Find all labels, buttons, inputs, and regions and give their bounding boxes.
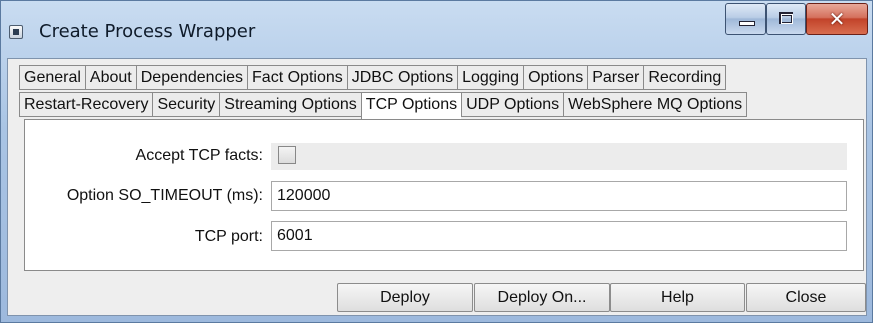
tab-udp-options[interactable]: UDP Options <box>461 92 564 117</box>
maximize-button[interactable] <box>766 3 806 35</box>
minimize-icon <box>739 21 755 26</box>
tab-options[interactable]: Options <box>523 65 588 90</box>
close-icon: ✕ <box>828 7 846 31</box>
tcp-port-label: TCP port: <box>194 228 263 245</box>
accept-tcp-facts-checkbox[interactable] <box>278 146 296 164</box>
tab-tcp-options[interactable]: TCP Options <box>360 92 462 119</box>
tab-recording[interactable]: Recording <box>643 65 727 90</box>
window-title: Create Process Wrapper <box>39 21 256 42</box>
tab-restart-recovery[interactable]: Restart-Recovery <box>19 92 153 117</box>
maximize-icon <box>779 12 793 24</box>
tab-row-1: General About Dependencies Fact Options … <box>19 65 727 90</box>
minimize-button[interactable] <box>725 3 766 35</box>
tab-websphere-mq-options[interactable]: WebSphere MQ Options <box>563 92 748 117</box>
tab-general[interactable]: General <box>19 65 85 90</box>
title-bar[interactable]: Create Process Wrapper ✕ <box>1 1 872 57</box>
accept-tcp-facts-label: Accept TCP facts: <box>135 147 263 164</box>
app-window-icon[interactable] <box>9 25 23 39</box>
tab-logging[interactable]: Logging <box>457 65 524 90</box>
accept-tcp-facts-row <box>271 143 847 170</box>
tcp-port-input[interactable]: 6001 <box>271 221 847 251</box>
deploy-on-button[interactable]: Deploy On... <box>474 283 610 312</box>
tab-security[interactable]: Security <box>152 92 220 117</box>
tab-row-2: Restart-Recovery Security Streaming Opti… <box>19 92 748 119</box>
tab-jdbc-options[interactable]: JDBC Options <box>346 65 458 90</box>
help-button[interactable]: Help <box>610 283 745 312</box>
tab-streaming-options[interactable]: Streaming Options <box>219 92 361 117</box>
so-timeout-label: Option SO_TIMEOUT (ms): <box>66 187 263 204</box>
so-timeout-input[interactable]: 120000 <box>271 181 847 211</box>
tab-dependencies[interactable]: Dependencies <box>135 65 248 90</box>
tab-parser[interactable]: Parser <box>587 65 644 90</box>
tab-about[interactable]: About <box>84 65 136 90</box>
tab-fact-options[interactable]: Fact Options <box>247 65 347 90</box>
close-window-button[interactable]: ✕ <box>806 3 868 35</box>
close-button[interactable]: Close <box>746 283 866 312</box>
deploy-button[interactable]: Deploy <box>337 283 473 312</box>
